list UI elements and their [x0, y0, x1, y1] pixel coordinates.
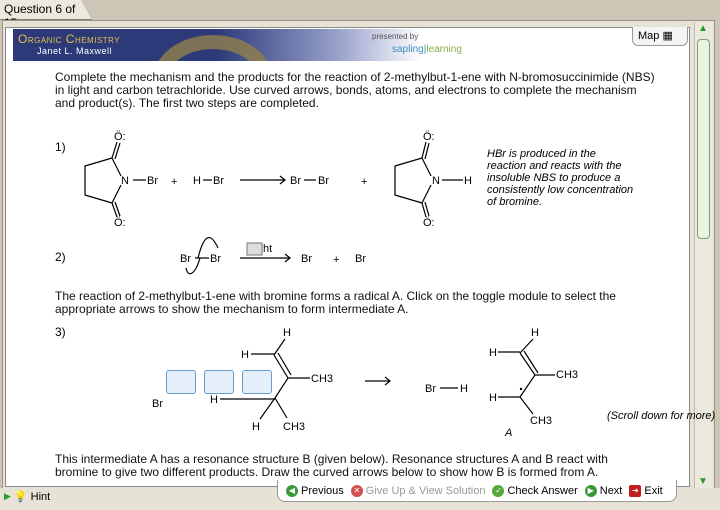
svg-text:Br: Br	[180, 253, 191, 265]
svg-text:H: H	[489, 347, 497, 359]
exit-label: Exit	[644, 484, 663, 497]
svg-text:Ö:: Ö:	[423, 217, 435, 229]
svg-text:Br: Br	[152, 398, 163, 410]
svg-text:Ö:: Ö:	[423, 131, 435, 143]
arrow-left-icon: ◀	[286, 484, 298, 497]
previous-button[interactable]: ◀ Previous	[286, 484, 344, 497]
arrow-toggle-box-3[interactable]	[242, 370, 272, 394]
svg-text:CH3: CH3	[311, 373, 333, 385]
svg-text:N: N	[432, 175, 440, 187]
svg-text:H: H	[464, 175, 472, 187]
check-answer-label: Check Answer	[507, 484, 578, 497]
svg-text:Br: Br	[425, 383, 436, 395]
svg-text:H: H	[210, 394, 218, 406]
navigation-bar: ◀ Previous ✕ Give Up & View Solution ✓ Chec…	[277, 480, 677, 502]
exit-door-icon: ➜	[629, 484, 642, 497]
hint-label: Hint	[30, 490, 51, 503]
svg-text:+: +	[333, 254, 339, 266]
comment-icon	[246, 242, 263, 256]
svg-text:+: +	[171, 176, 177, 188]
svg-text:H: H	[531, 327, 539, 339]
give-up-label: Give Up & View Solution	[365, 484, 486, 497]
arrow-toggle-box-1[interactable]	[166, 370, 196, 394]
svg-text:H: H	[193, 175, 201, 187]
label-a: A	[504, 427, 512, 439]
check-icon: ✓	[492, 484, 505, 497]
x-circle-icon: ✕	[350, 484, 363, 497]
svg-text:Br: Br	[290, 175, 301, 187]
svg-text:Br: Br	[147, 175, 158, 187]
arrow-right-icon: ▶	[584, 484, 597, 497]
exit-button[interactable]: ➜ Exit	[629, 484, 663, 497]
svg-text:H: H	[489, 392, 497, 404]
check-answer-button[interactable]: ✓ Check Answer	[492, 484, 578, 497]
lightbulb-icon: 💡	[13, 491, 28, 503]
svg-text:ht: ht	[263, 243, 272, 255]
svg-text:Br: Br	[213, 175, 224, 187]
svg-text:Br: Br	[318, 175, 329, 187]
previous-label: Previous	[301, 484, 344, 497]
next-label: Next	[599, 484, 623, 497]
give-up-button[interactable]: ✕ Give Up & View Solution	[350, 484, 486, 497]
svg-text:Ö:: Ö:	[114, 217, 126, 229]
svg-text:Br: Br	[210, 253, 221, 265]
succinimide-product	[394, 141, 463, 218]
svg-text:H: H	[241, 349, 249, 361]
svg-text:CH3: CH3	[283, 421, 305, 433]
svg-text:H: H	[460, 383, 468, 395]
hint-button[interactable]: ▶ 💡 Hint	[4, 490, 51, 504]
svg-text:N: N	[121, 175, 129, 187]
svg-text:H: H	[283, 327, 291, 339]
svg-text:CH3: CH3	[530, 415, 552, 427]
svg-text:Ö:: Ö:	[114, 131, 126, 143]
mechanism-drawing: Ö: Ö: N Br + H Br Br Br + Ö: Ö: N H Br B…	[84, 131, 578, 439]
svg-text:+: +	[361, 176, 367, 188]
svg-text:Br: Br	[355, 253, 366, 265]
arrow-toggle-box-2[interactable]	[204, 370, 234, 394]
next-button[interactable]: ▶ Next	[584, 484, 623, 497]
expand-triangle-icon: ▶	[4, 491, 11, 501]
svg-text:Br: Br	[301, 253, 312, 265]
svg-text:H: H	[252, 421, 260, 433]
nbs-molecule	[84, 141, 146, 218]
svg-text:CH3: CH3	[556, 369, 578, 381]
